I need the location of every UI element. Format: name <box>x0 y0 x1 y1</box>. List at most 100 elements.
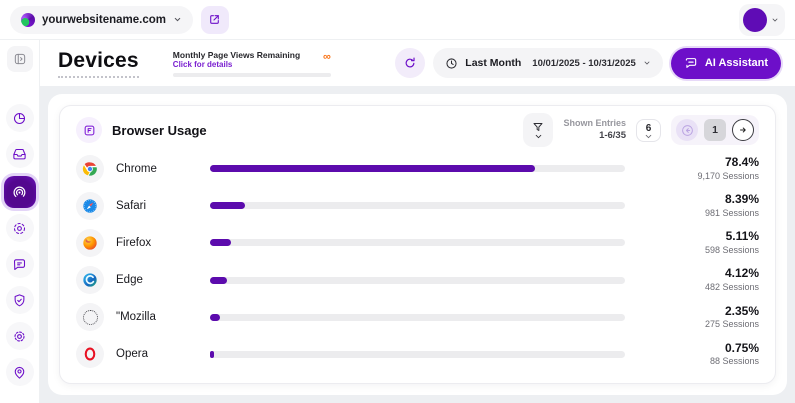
website-selector[interactable]: yourwebsitename.com <box>10 6 193 34</box>
chevron-down-icon <box>535 134 542 139</box>
browser-usage-list: Chrome 78.4% 9,170 Sessions <box>76 150 759 373</box>
content-area: Browser Usage Shown Entries 1-6/35 <box>40 86 795 403</box>
browser-name: Safari <box>116 200 198 212</box>
date-range-value: 10/01/2025 - 10/31/2025 <box>532 58 636 69</box>
edge-icon <box>76 266 104 294</box>
usage-sessions: 981 Sessions <box>653 208 759 220</box>
current-page[interactable]: 1 <box>704 119 726 141</box>
usage-bar-track <box>210 351 625 358</box>
usage-bar-fill <box>210 351 214 358</box>
browser-row-firefox: Firefox 5.11% 598 Sessions <box>76 229 759 257</box>
usage-percent: 8.39% <box>653 192 759 208</box>
topbar: yourwebsitename.com <box>0 0 795 40</box>
usage-percent: 0.75% <box>653 341 759 357</box>
usage-bar-fill <box>210 239 231 246</box>
usage-sessions: 275 Sessions <box>653 319 759 331</box>
date-preset-label: Last Month <box>465 57 521 69</box>
chat-assistant-icon <box>684 56 698 70</box>
browser-name: "Mozilla <box>116 311 198 323</box>
quota-infinity-badge: ∞ <box>323 51 331 63</box>
refresh-button[interactable] <box>395 48 425 78</box>
browser-row-opera: Opera 0.75% 88 Sessions <box>76 340 759 368</box>
quota-details-link[interactable]: Click for details <box>173 60 331 69</box>
usage-bar-fill <box>210 202 245 209</box>
date-range-filter[interactable]: Last Month 10/01/2025 - 10/31/2025 <box>433 48 663 78</box>
opera-icon <box>76 340 104 368</box>
shown-entries: Shown Entries 1-6/35 <box>563 118 626 141</box>
page-size-value: 6 <box>646 123 652 134</box>
usage-bar-fill <box>210 165 535 172</box>
browser-name: Firefox <box>116 237 198 249</box>
chevron-down-icon <box>643 59 651 67</box>
ai-assistant-label: AI Assistant <box>705 57 768 69</box>
sidebar-item-devices[interactable] <box>4 176 36 208</box>
sidebar-item-feedback[interactable] <box>6 250 34 278</box>
external-link-icon <box>208 13 221 26</box>
sidebar-item-audience[interactable] <box>6 214 34 242</box>
page-header: Devices Monthly Page Views Remaining Cli… <box>40 40 795 86</box>
browser-row-edge: Edge 4.12% 482 Sessions <box>76 266 759 294</box>
collapse-panel-icon <box>13 52 27 66</box>
filter-button[interactable] <box>523 113 553 147</box>
browser-name: Chrome <box>116 163 198 175</box>
browser-row-mozilla: "Mozilla 2.35% 275 Sessions <box>76 303 759 331</box>
page-title: Devices <box>58 49 139 78</box>
pagination: 1 <box>671 115 759 145</box>
shown-entries-value: 1-6/35 <box>563 130 626 142</box>
monthly-quota-widget: Monthly Page Views Remaining Click for d… <box>173 50 331 77</box>
site-logo-icon <box>21 13 35 27</box>
website-name: yourwebsitename.com <box>42 14 166 26</box>
page-size-select[interactable]: 6 <box>636 119 661 142</box>
devices-radar-icon <box>11 184 28 201</box>
usage-percent: 4.12% <box>653 266 759 282</box>
prev-page-button[interactable] <box>676 119 698 141</box>
usage-percent: 78.4% <box>653 155 759 171</box>
sidebar-item-settings[interactable] <box>6 322 34 350</box>
sidebar-item-location[interactable] <box>6 358 34 386</box>
quota-progress-bar <box>173 73 331 77</box>
content-card: Browser Usage Shown Entries 1-6/35 <box>48 94 787 395</box>
shown-entries-label: Shown Entries <box>563 118 626 129</box>
usage-bar-track <box>210 165 625 172</box>
mozilla-placeholder-icon <box>76 303 104 331</box>
chat-bubble-icon <box>12 257 27 272</box>
chevron-down-icon <box>645 134 652 139</box>
usage-sessions: 9,170 Sessions <box>653 171 759 183</box>
usage-percent: 5.11% <box>653 229 759 245</box>
browser-usage-card: Browser Usage Shown Entries 1-6/35 <box>59 105 776 384</box>
usage-percent: 2.35% <box>653 304 759 320</box>
usage-bar-track <box>210 202 625 209</box>
browser-row-chrome: Chrome 78.4% 9,170 Sessions <box>76 155 759 183</box>
arrow-left-circle-icon <box>681 124 694 137</box>
ai-assistant-button[interactable]: AI Assistant <box>671 48 781 79</box>
open-external-button[interactable] <box>201 6 229 34</box>
browser-name: Opera <box>116 348 198 360</box>
chrome-icon <box>76 155 104 183</box>
avatar <box>743 8 767 32</box>
refresh-icon <box>403 56 417 70</box>
chevron-down-icon <box>173 15 182 24</box>
funnel-icon <box>532 121 544 133</box>
sidebar-item-inbox[interactable] <box>6 140 34 168</box>
safari-icon <box>76 192 104 220</box>
focus-target-icon <box>12 221 27 236</box>
usage-bar-track <box>210 314 625 321</box>
user-menu[interactable] <box>739 4 785 36</box>
usage-bar-track <box>210 239 625 246</box>
arrow-right-icon <box>737 124 749 136</box>
shield-check-icon <box>12 293 27 308</box>
usage-sessions: 598 Sessions <box>653 245 759 257</box>
sidebar-toggle-button[interactable] <box>7 46 33 72</box>
inbox-icon <box>12 147 27 162</box>
sidebar-item-analytics[interactable] <box>6 104 34 132</box>
monthly-quota-title: Monthly Page Views Remaining <box>173 50 331 60</box>
usage-bar-fill <box>210 314 220 321</box>
card-title: Browser Usage <box>112 123 207 138</box>
gear-icon <box>12 329 27 344</box>
browser-usage-icon <box>76 117 102 143</box>
sidebar-item-security[interactable] <box>6 286 34 314</box>
firefox-icon <box>76 229 104 257</box>
next-page-button[interactable] <box>732 119 754 141</box>
clock-icon <box>445 57 458 70</box>
sidebar <box>0 40 40 403</box>
